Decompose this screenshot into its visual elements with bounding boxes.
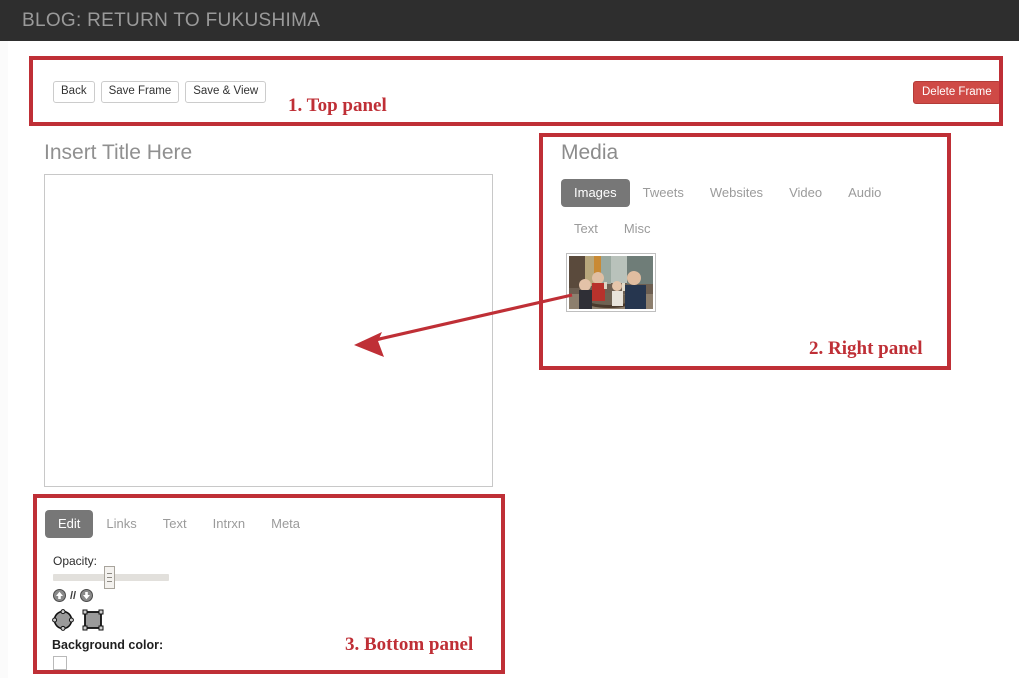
bottom-tab-edit[interactable]: Edit	[45, 510, 94, 538]
layer-order-controls: //	[53, 589, 94, 602]
layer-separator: //	[70, 589, 77, 602]
media-tab-websites[interactable]: Websites	[697, 179, 776, 207]
move-down-icon[interactable]	[80, 589, 94, 602]
frame-title-placeholder[interactable]: Insert Title Here	[44, 141, 192, 165]
photo-thumbnail-icon	[569, 256, 653, 309]
annotation-box-right-panel	[539, 133, 951, 370]
circle-shape-icon[interactable]	[52, 609, 74, 631]
app-header: BLOG: RETURN TO FUKUSHIMA	[0, 0, 1019, 41]
media-thumbnail-item[interactable]	[566, 253, 656, 312]
page-title: BLOG: RETURN TO FUKUSHIMA	[22, 9, 321, 31]
background-color-label: Background color:	[52, 638, 164, 652]
media-panel-title: Media	[561, 141, 619, 164]
background-color-swatch[interactable]	[53, 656, 67, 670]
delete-frame-button[interactable]: Delete Frame	[913, 81, 1001, 104]
bottom-tab-meta[interactable]: Meta	[258, 510, 313, 538]
annotation-label-right-panel: 2. Right panel	[809, 338, 923, 359]
save-and-view-button[interactable]: Save & View	[185, 81, 267, 103]
media-tab-tweets[interactable]: Tweets	[630, 179, 697, 207]
bottom-tab-intrxn[interactable]: Intrxn	[200, 510, 259, 538]
media-tab-video[interactable]: Video	[776, 179, 835, 207]
frame-canvas[interactable]	[44, 174, 493, 487]
delete-frame-container: Delete Frame	[913, 81, 1001, 104]
annotation-label-bottom-panel: 3. Bottom panel	[345, 634, 474, 655]
media-tab-audio[interactable]: Audio	[835, 179, 894, 207]
opacity-slider[interactable]	[53, 566, 169, 589]
bottom-panel-tabs: Edit Links Text Intrxn Meta	[45, 510, 313, 538]
toolbar: Back Save Frame Save & View	[53, 81, 267, 103]
annotation-label-top-panel: 1. Top panel	[288, 95, 387, 116]
media-tabs-row-1: Images Tweets Websites Video Audio	[561, 179, 894, 207]
media-tab-text[interactable]: Text	[561, 215, 611, 243]
opacity-label: Opacity:	[53, 554, 98, 568]
bottom-tab-text[interactable]: Text	[150, 510, 200, 538]
move-up-icon[interactable]	[53, 589, 66, 602]
opacity-slider-handle[interactable]	[104, 566, 115, 589]
save-frame-button[interactable]: Save Frame	[100, 81, 180, 103]
shape-controls	[52, 609, 104, 631]
left-gutter	[0, 41, 8, 678]
square-shape-icon[interactable]	[82, 609, 104, 631]
media-tab-misc[interactable]: Misc	[611, 215, 664, 243]
media-tab-images[interactable]: Images	[561, 179, 630, 207]
media-tabs-row-2: Text Misc	[561, 215, 664, 243]
back-button[interactable]: Back	[53, 81, 95, 103]
bottom-tab-links[interactable]: Links	[93, 510, 149, 538]
